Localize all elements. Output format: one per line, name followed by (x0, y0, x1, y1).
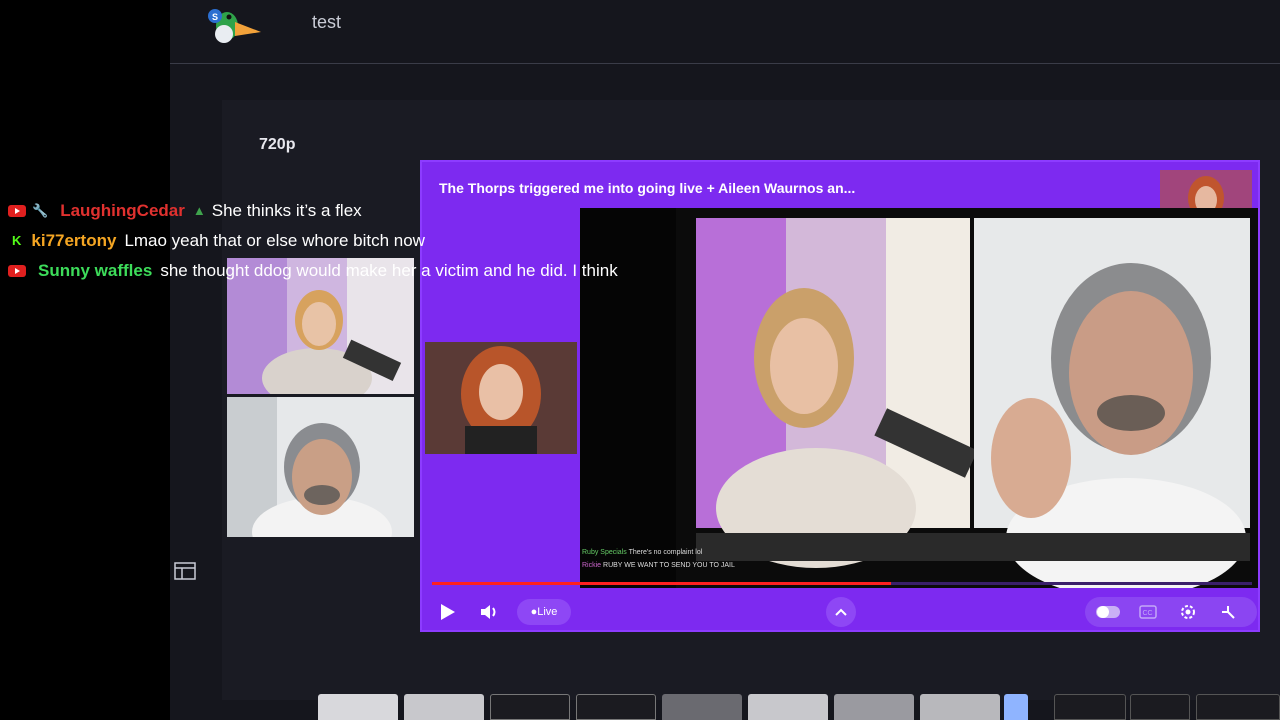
guest-camera-2[interactable] (227, 397, 414, 537)
chat-message: 🔧 LaughingCedar ▲ She thinks it’s a flex (8, 196, 618, 226)
progress-bar[interactable] (432, 582, 1252, 585)
chat-text: Lmao yeah that or else whore bitch now (124, 231, 425, 250)
svg-text:CC: CC (1143, 610, 1153, 617)
live-label: Live (537, 606, 558, 618)
embedded-chat-text: RUBY WE WANT TO SEND YOU TO JAIL (603, 562, 735, 569)
scene-button[interactable] (1004, 694, 1028, 720)
embedded-chat-username: Ruby Specials (582, 549, 627, 556)
stream-title[interactable]: The Thorps triggered me into going live … (439, 180, 855, 196)
scene-button[interactable] (404, 694, 484, 720)
chevron-up-icon[interactable] (826, 597, 856, 627)
resolution-label: 720p (259, 136, 296, 153)
settings-icon[interactable] (1196, 694, 1280, 720)
edit-icon[interactable] (1054, 694, 1126, 720)
embedded-chat-text: There's no complaint lol (628, 549, 703, 556)
youtube-icon (8, 265, 26, 277)
embedded-chat: Ruby Specials There's no complaint lol R… (582, 546, 1258, 586)
scene-button[interactable] (662, 694, 742, 720)
chat-username[interactable]: ki77ertony (31, 226, 116, 256)
duck-logo-icon: S (205, 2, 265, 46)
autoplay-toggle[interactable] (1095, 603, 1121, 621)
chat-message: K ki77ertony Lmao yeah that or else whor… (8, 226, 618, 256)
live-indicator[interactable]: ● Live (517, 599, 571, 625)
captions-icon[interactable]: CC (1136, 602, 1160, 622)
chat-text: she thought ddog would make her a victim… (160, 261, 618, 280)
app-window: S test 720p 🔧 LaughingCedar ▲ She thinks… (0, 0, 1280, 720)
volume-icon[interactable] (478, 600, 502, 624)
wrench-icon: 🔧 (32, 203, 49, 218)
scene-button[interactable] (834, 694, 914, 720)
exit-fullscreen-icon[interactable] (1216, 602, 1240, 622)
youtube-icon (8, 205, 26, 217)
svg-text:S: S (212, 12, 218, 22)
chat-username[interactable]: LaughingCedar (60, 196, 185, 226)
tree-icon: ▲ (192, 203, 206, 218)
chat-username[interactable]: Sunny waffles (38, 256, 152, 286)
embedded-chat-username: Rickie (582, 562, 602, 569)
kick-icon: K (12, 233, 22, 248)
scene-button[interactable] (920, 694, 1000, 720)
chat-message: Sunny waffles she thought ddog would mak… (8, 256, 618, 286)
scene-button[interactable] (318, 694, 398, 720)
download-icon[interactable] (1130, 694, 1190, 720)
gear-icon[interactable] (1176, 602, 1200, 622)
scene-button[interactable] (748, 694, 828, 720)
progress-fill (432, 582, 892, 585)
play-icon[interactable] (436, 600, 460, 624)
scene-toolbar (318, 694, 1280, 720)
player-controls: ● Live CC (422, 590, 1258, 630)
session-title: test (312, 12, 342, 32)
chat-overlay: 🔧 LaughingCedar ▲ She thinks it’s a flex… (8, 196, 618, 286)
chat-text: She thinks it’s a flex (211, 201, 362, 220)
host-camera[interactable] (425, 342, 577, 454)
chat-column-background (0, 0, 170, 720)
scene-button[interactable] (576, 694, 656, 720)
layout-icon[interactable] (173, 561, 197, 581)
stream-video[interactable] (676, 208, 1258, 588)
scene-button[interactable] (490, 694, 570, 720)
